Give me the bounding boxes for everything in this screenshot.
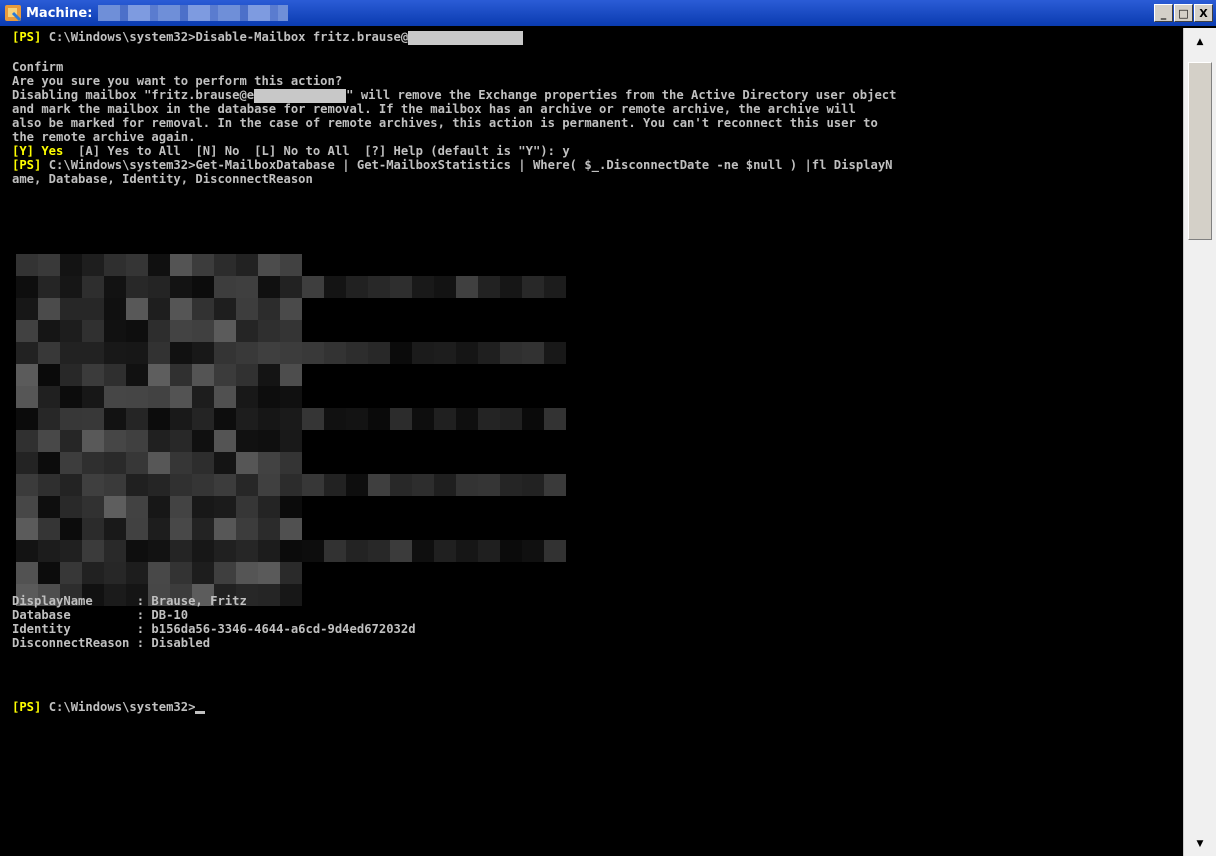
- confirm-message-2: and mark the mailbox in the database for…: [12, 102, 856, 116]
- command-line-1: [PS] C:\Windows\system32>Disable-Mailbox…: [12, 30, 524, 45]
- restore-button[interactable]: □: [1174, 4, 1193, 22]
- confirm-message-1: Disabling mailbox "fritz.brause@e " will …: [12, 88, 896, 103]
- confirm-options: [Y] Yes [A] Yes to All [N] No [L] No to …: [12, 144, 570, 159]
- result-displayname: DisplayName : Brause, Fritz: [12, 594, 247, 608]
- redacted-domain: [254, 88, 347, 103]
- console-output[interactable]: [PS] C:\Windows\system32>Disable-Mailbox…: [8, 28, 1183, 856]
- confirm-message-3: also be marked for removal. In the case …: [12, 116, 878, 130]
- window-titlebar[interactable]: Machine: _ □ X: [0, 0, 1216, 26]
- message-text-a: Disabling mailbox "fritz.brause@e: [12, 88, 255, 102]
- confirm-question: Are you sure you want to perform this ac…: [12, 74, 343, 88]
- command-line-2-cont: ame, Database, Identity, DisconnectReaso…: [12, 172, 313, 186]
- text-cursor: [195, 711, 206, 714]
- vertical-scrollbar[interactable]: ▲ ▼: [1183, 28, 1216, 856]
- window-title: Machine:: [26, 5, 93, 21]
- redacted-domain: [408, 30, 524, 45]
- command-line-2: [PS] C:\Windows\system32>Get-MailboxData…: [12, 158, 893, 173]
- command-text: C:\Windows\system32>Get-MailboxDatabase …: [41, 158, 893, 172]
- result-disconnectreason: DisconnectReason : Disabled: [12, 636, 211, 650]
- redacted-output-block: [16, 254, 566, 606]
- scroll-up-arrow-icon[interactable]: ▲: [1192, 34, 1208, 50]
- ps-prompt: [PS]: [12, 158, 42, 172]
- redacted-machine-name: [98, 5, 289, 21]
- minimize-button[interactable]: _: [1154, 4, 1173, 22]
- message-text-b: " will remove the Exchange properties fr…: [346, 88, 897, 102]
- confirm-heading: Confirm: [12, 60, 64, 74]
- result-database: Database : DB-10: [12, 608, 189, 622]
- command-text: C:\Windows\system32>Disable-Mailbox frit…: [41, 30, 409, 44]
- result-identity: Identity : b156da56-3346-4644-a6cd-9d4ed…: [12, 622, 416, 636]
- scrollbar-thumb[interactable]: [1188, 62, 1212, 240]
- options-text: [A] Yes to All [N] No [L] No to All [?] …: [63, 144, 570, 158]
- close-button[interactable]: X: [1194, 4, 1213, 22]
- prompt-path: C:\Windows\system32>: [41, 700, 196, 714]
- ps-prompt: [PS]: [12, 30, 42, 44]
- powershell-icon: [4, 4, 22, 22]
- scroll-down-arrow-icon[interactable]: ▼: [1192, 836, 1208, 852]
- option-yes: [Y] Yes: [12, 144, 64, 158]
- ps-prompt: [PS]: [12, 700, 42, 714]
- final-prompt-line: [PS] C:\Windows\system32>: [12, 700, 206, 715]
- confirm-message-4: the remote archive again.: [12, 130, 196, 144]
